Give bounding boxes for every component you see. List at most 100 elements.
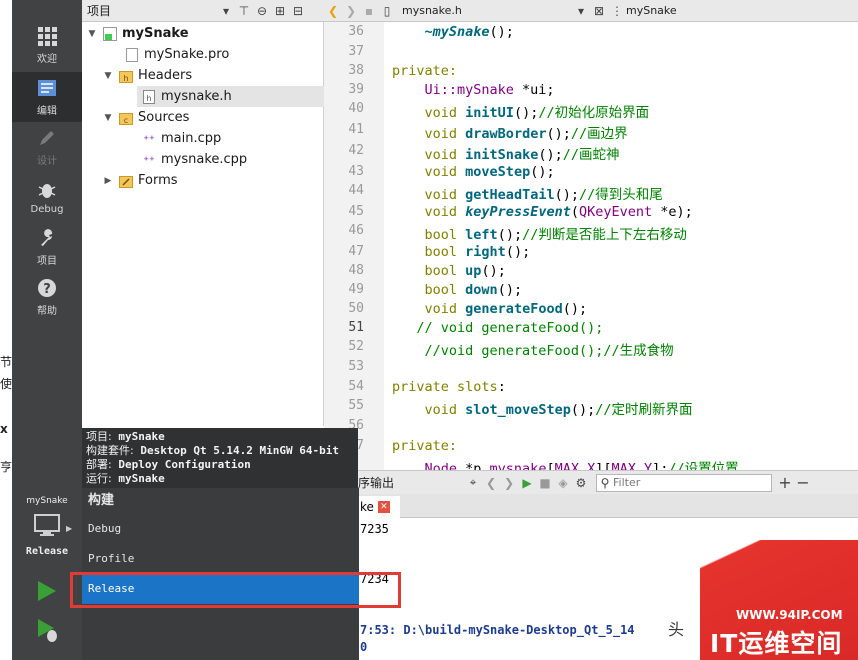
mode-help[interactable]: ? 帮助 bbox=[12, 272, 82, 322]
tooltip-line: 项目: mySnake bbox=[86, 430, 165, 443]
kit-config-name: Release bbox=[25, 546, 69, 557]
tree-item-headers[interactable]: ▼ h Headers bbox=[102, 65, 193, 86]
edge-text: 亨 bbox=[0, 460, 12, 474]
menu-item-profile[interactable]: Profile bbox=[82, 544, 359, 574]
code-line[interactable]: Node *p mysnake[MAX_X][MAX_Y];//设置位置 bbox=[392, 457, 739, 470]
code-line[interactable]: ~mySnake(); bbox=[392, 24, 514, 40]
code-line[interactable]: void getHeadTail();//得到头和尾 bbox=[392, 183, 663, 203]
tree-item-main-cpp[interactable]: ⁺⁺ main.cpp bbox=[137, 128, 221, 149]
back-icon[interactable]: ❮ bbox=[324, 2, 342, 20]
forms-folder-icon bbox=[119, 174, 133, 188]
attach-icon[interactable]: ◈ bbox=[554, 474, 572, 492]
grid-icon bbox=[36, 25, 58, 47]
code-line[interactable]: void moveStep(); bbox=[392, 164, 555, 180]
add-icon[interactable]: + bbox=[776, 473, 794, 492]
output-toolbar: 序输出 ⌖ ❮ ❯ ▶ ■ ◈ ⚙ ⚲ Filter + − bbox=[358, 470, 858, 494]
minimize-icon[interactable]: − bbox=[794, 473, 812, 492]
project-icon bbox=[103, 26, 117, 41]
next-icon[interactable]: ❯ bbox=[500, 474, 518, 492]
broom-icon[interactable]: ⌖ bbox=[464, 474, 482, 492]
tree-item-forms[interactable]: ▶ Forms bbox=[102, 170, 178, 191]
mode-welcome[interactable]: 欢迎 bbox=[12, 20, 82, 70]
prev-icon[interactable]: ❮ bbox=[482, 474, 500, 492]
code-line[interactable]: //void generateFood();//生成食物 bbox=[392, 339, 674, 359]
code-line[interactable]: private: bbox=[392, 438, 457, 454]
debug-run-icon bbox=[38, 619, 57, 642]
code-line[interactable]: void slot_moveStep();//定时刷新界面 bbox=[392, 398, 693, 418]
code-line[interactable]: private slots: bbox=[392, 379, 506, 395]
project-pane-title[interactable]: 项目 bbox=[87, 2, 217, 19]
chevron-down-icon[interactable]: ▾ bbox=[217, 2, 235, 20]
code-line[interactable]: void generateFood(); bbox=[392, 301, 588, 317]
chevron-down-icon[interactable]: ▾ bbox=[572, 2, 590, 20]
code-line[interactable]: void initSnake();//画蛇神 bbox=[392, 143, 620, 163]
code-line[interactable]: void drawBorder();//画边界 bbox=[392, 122, 628, 142]
close-pane-icon[interactable]: ⊟ bbox=[289, 2, 307, 20]
code-line[interactable]: Ui::mySnake *ui; bbox=[392, 82, 555, 98]
rerun-icon[interactable]: ▶ bbox=[518, 474, 536, 492]
highlight-annotation bbox=[70, 572, 401, 608]
forward-icon[interactable]: ❯ bbox=[342, 2, 360, 20]
kit-expand-icon: ▶ bbox=[66, 524, 73, 533]
split-icon[interactable]: ⊞ bbox=[271, 2, 289, 20]
code-line[interactable]: bool up(); bbox=[392, 263, 506, 279]
symbol-selector[interactable]: mySnake bbox=[626, 4, 677, 17]
gear-icon[interactable]: ⚙ bbox=[572, 474, 590, 492]
collapsed-arrow-icon[interactable]: ▶ bbox=[102, 176, 114, 186]
output-tab-bar: ke ✕ bbox=[358, 494, 858, 518]
line-number: 36 bbox=[348, 24, 364, 39]
stop-icon[interactable]: ■ bbox=[536, 474, 554, 492]
mode-debug[interactable]: Debug bbox=[12, 172, 82, 222]
output-tab[interactable]: ke ✕ bbox=[358, 496, 400, 518]
header-folder-icon: h bbox=[119, 69, 133, 83]
editor-header: ❮ ❯ ▪ ▯ mysnake.h ▾ ⊠ ⋮ mySnake bbox=[324, 0, 858, 22]
tree-label: mysnake.cpp bbox=[161, 152, 248, 167]
menu-item-debug[interactable]: Debug bbox=[82, 514, 359, 544]
tree-item-mysnake-cpp[interactable]: ⁺⁺ mysnake.cpp bbox=[137, 149, 247, 170]
kit-selector[interactable]: mySnake ▶ Release bbox=[12, 490, 82, 565]
bug-icon bbox=[36, 179, 58, 201]
line-number: 55 bbox=[348, 398, 364, 413]
expanded-arrow-icon[interactable]: ▼ bbox=[102, 113, 114, 123]
filter-icon[interactable]: ⊤ bbox=[235, 2, 253, 20]
tree-item-mysnake-h[interactable]: h mysnake.h bbox=[137, 86, 324, 107]
background-window-edge: 节 使 x 亨 bbox=[0, 0, 12, 660]
line-number: 45 bbox=[348, 204, 364, 219]
code-line[interactable]: bool left();//判断是否能上下左右移动 bbox=[392, 223, 687, 243]
expanded-arrow-icon[interactable]: ▼ bbox=[102, 71, 114, 81]
code-line[interactable]: bool down(); bbox=[392, 282, 523, 298]
tree-label: mySnake.pro bbox=[144, 47, 230, 62]
mode-label: 项目 bbox=[37, 256, 57, 267]
mode-design[interactable]: 设计 bbox=[12, 122, 82, 172]
code-line[interactable]: // void generateFood(); bbox=[392, 320, 603, 336]
pro-file-icon bbox=[125, 47, 139, 62]
filter-input[interactable]: ⚲ Filter bbox=[596, 473, 772, 492]
close-file-icon[interactable]: ⊠ bbox=[590, 2, 608, 20]
edge-text: 节 bbox=[0, 355, 12, 369]
line-number: 51 bbox=[348, 320, 364, 335]
mode-label: 编辑 bbox=[37, 106, 57, 117]
close-tab-icon[interactable]: ✕ bbox=[377, 501, 390, 513]
code-editor[interactable]: 36 37 38 39 40 41 42 43 44 45 46 47 48 49 50 51 52 53 54 55… bbox=[324, 22, 858, 470]
lock-icon: ▪ bbox=[364, 3, 374, 18]
expanded-arrow-icon[interactable]: ▼ bbox=[86, 29, 98, 39]
edge-text: x bbox=[0, 422, 8, 436]
tree-item-project[interactable]: ▼ mySnake bbox=[86, 23, 189, 44]
tree-label: main.cpp bbox=[161, 131, 222, 146]
code-line[interactable]: void initUI();//初始化原始界面 bbox=[392, 101, 650, 121]
open-file-selector[interactable]: mysnake.h bbox=[402, 4, 572, 17]
run-icon bbox=[38, 581, 56, 601]
tree-label: Forms bbox=[138, 173, 178, 188]
code-line[interactable]: private: bbox=[392, 63, 457, 79]
mode-projects[interactable]: 项目 bbox=[12, 222, 82, 272]
code-line[interactable]: void keyPressEvent(QKeyEvent *e); bbox=[392, 204, 693, 220]
line-number: 50 bbox=[348, 301, 364, 316]
output-overflow-text: 头 bbox=[668, 620, 685, 639]
tree-item-pro-file[interactable]: mySnake.pro bbox=[120, 44, 229, 65]
debug-run-button[interactable] bbox=[12, 610, 82, 660]
line-number: 43 bbox=[348, 164, 364, 179]
code-line[interactable]: bool right(); bbox=[392, 244, 531, 260]
tree-item-sources[interactable]: ▼ c Sources bbox=[102, 107, 190, 128]
mode-edit[interactable]: 编辑 bbox=[12, 72, 82, 122]
link-icon[interactable]: ⊖ bbox=[253, 2, 271, 20]
